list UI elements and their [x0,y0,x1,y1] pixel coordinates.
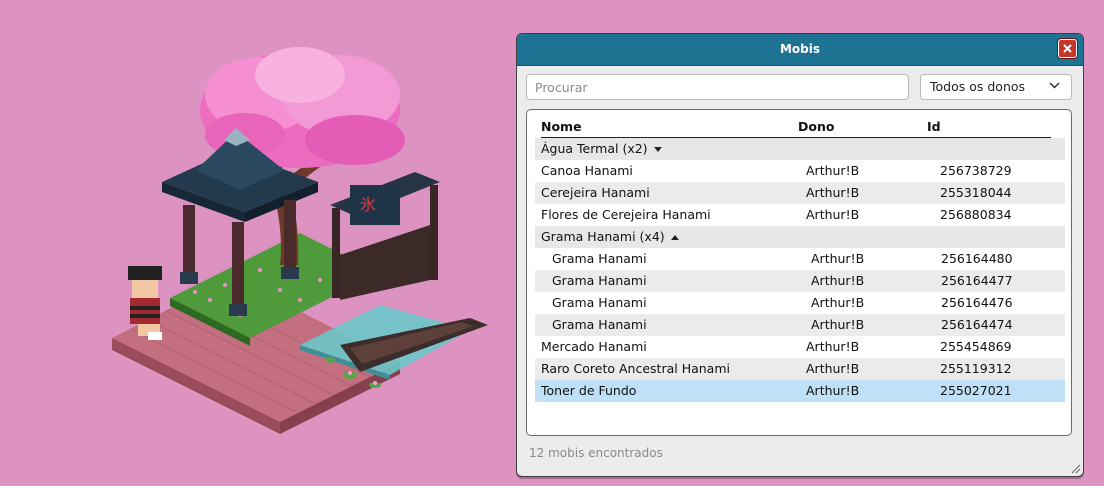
caret-up-icon [670,235,679,240]
list-header: Nome Dono Id [541,119,1051,138]
item-name: Grama Hanami [552,317,647,332]
market-stall: 氷 [330,172,440,300]
window-titlebar[interactable]: Mobis [517,34,1083,66]
owner-filter-select[interactable]: Todos os donos [920,74,1072,100]
table-row-selected[interactable]: Toner de Fundo Arthur!B 255027021 [535,380,1065,402]
group-row-agua-termal[interactable]: Água Termal (x2) [535,138,1065,160]
column-header-name[interactable]: Nome [541,119,582,134]
item-id: 256164476 [941,295,1013,310]
resize-grip-icon[interactable] [1071,464,1081,474]
group-label: Grama Hanami (x4) [541,229,665,244]
item-name: Mercado Hanami [541,339,647,354]
item-owner: Arthur!B [811,251,865,266]
item-owner: Arthur!B [806,383,860,398]
window-title: Mobis [779,42,821,56]
room-scene[interactable]: 氷 [0,0,510,486]
item-owner: Arthur!B [811,295,865,310]
item-owner: Arthur!B [806,185,860,200]
close-button[interactable] [1058,39,1077,58]
table-row[interactable]: Mercado Hanami Arthur!B 255454869 [535,336,1065,358]
table-row[interactable]: Cerejeira Hanami Arthur!B 255318044 [535,182,1065,204]
item-id: 256164477 [941,273,1013,288]
item-id: 256164480 [941,251,1013,266]
item-id: 256880834 [940,207,1012,222]
item-id: 255027021 [940,383,1012,398]
item-owner: Arthur!B [811,273,865,288]
column-header-id[interactable]: Id [927,119,941,134]
owner-filter-value: Todos os donos [930,79,1026,94]
table-row[interactable]: Grama Hanami Arthur!B 256164477 [535,270,1065,292]
item-owner: Arthur!B [806,361,860,376]
item-name: Grama Hanami [552,251,647,266]
table-row[interactable]: Grama Hanami Arthur!B 256164480 [535,248,1065,270]
item-name: Toner de Fundo [541,383,637,398]
list-rows: Água Termal (x2) Canoa Hanami Arthur!B 2… [535,138,1065,402]
item-owner: Arthur!B [811,317,865,332]
search-input[interactable] [526,74,909,100]
item-name: Flores de Cerejeira Hanami [541,207,711,222]
table-row[interactable]: Grama Hanami Arthur!B 256164474 [535,314,1065,336]
caret-down-icon [653,147,662,152]
item-id: 256164474 [941,317,1013,332]
item-id: 255318044 [940,185,1012,200]
item-name: Grama Hanami [552,273,647,288]
table-row[interactable]: Raro Coreto Ancestral Hanami Arthur!B 25… [535,358,1065,380]
item-name: Canoa Hanami [541,163,633,178]
item-owner: Arthur!B [806,163,860,178]
table-row[interactable]: Canoa Hanami Arthur!B 256738729 [535,160,1065,182]
group-label: Água Termal (x2) [541,141,648,156]
item-name: Cerejeira Hanami [541,185,650,200]
item-name: Raro Coreto Ancestral Hanami [541,361,730,376]
item-owner: Arthur!B [806,207,860,222]
table-row[interactable]: Grama Hanami Arthur!B 256164476 [535,292,1065,314]
table-row[interactable]: Flores de Cerejeira Hanami Arthur!B 2568… [535,204,1065,226]
status-text: 12 mobis encontrados [529,446,663,460]
item-name: Grama Hanami [552,295,647,310]
group-row-grama-hanami[interactable]: Grama Hanami (x4) [535,226,1065,248]
column-header-owner[interactable]: Dono [798,119,834,134]
item-id: 256738729 [940,163,1012,178]
svg-text:氷: 氷 [360,195,376,214]
item-id: 255454869 [940,339,1012,354]
chevron-down-icon [1049,82,1060,89]
mobis-window: Mobis Todos os donos Nome Dono Id Água T… [516,33,1084,477]
furni-list[interactable]: Nome Dono Id Água Termal (x2) Canoa Hana… [526,109,1072,436]
item-owner: Arthur!B [806,339,860,354]
close-icon [1063,44,1072,53]
item-id: 255119312 [940,361,1012,376]
